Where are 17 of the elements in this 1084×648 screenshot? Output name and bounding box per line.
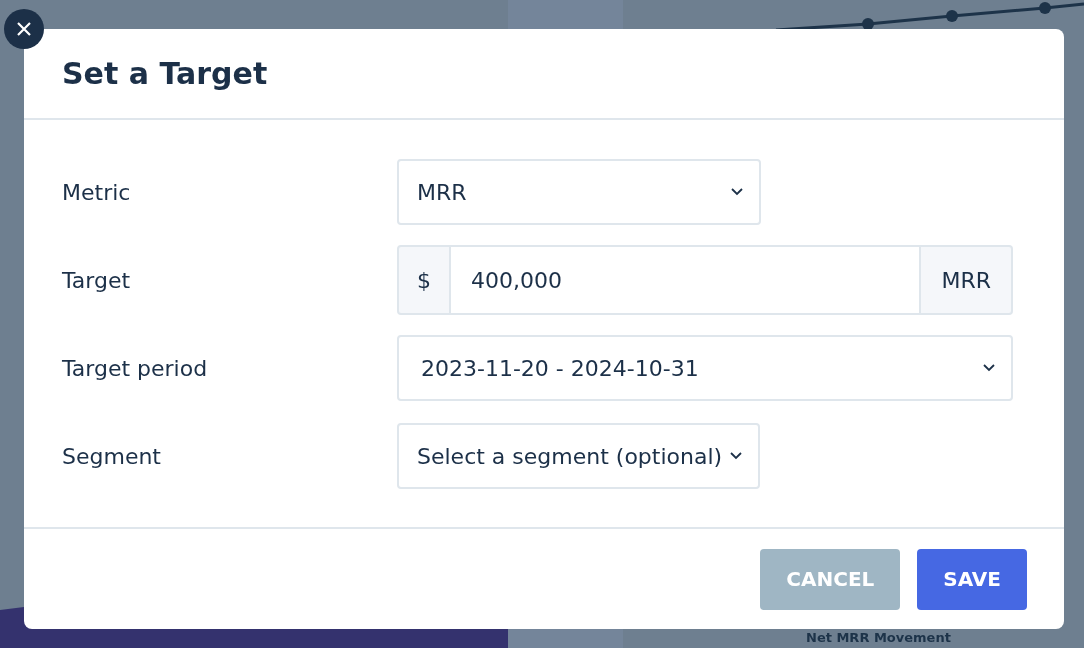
unit-suffix: MRR	[919, 245, 1013, 315]
amount-input[interactable]: 400,000	[451, 245, 920, 315]
field-label: Target period	[62, 355, 209, 381]
currency-prefix: $	[397, 245, 451, 315]
dropdown[interactable]: MRR	[397, 159, 761, 225]
field-label: Segment	[62, 443, 162, 469]
dropdown[interactable]: Select a segment (optional)	[397, 423, 761, 489]
chevron-down-icon	[730, 452, 743, 460]
chevron-down-icon	[731, 188, 743, 196]
dialog-title: Set a Target	[62, 56, 268, 91]
dropdown[interactable]: 2023-11-20 - 2024-10-31	[397, 335, 1013, 401]
field-label: Target	[62, 267, 132, 293]
close-icon	[17, 22, 31, 36]
save-button[interactable]: SAVE	[917, 548, 1027, 610]
chevron-down-icon	[983, 364, 995, 372]
field-label: Metric	[62, 179, 132, 205]
chart-title: Net MRR Movement	[806, 630, 951, 645]
